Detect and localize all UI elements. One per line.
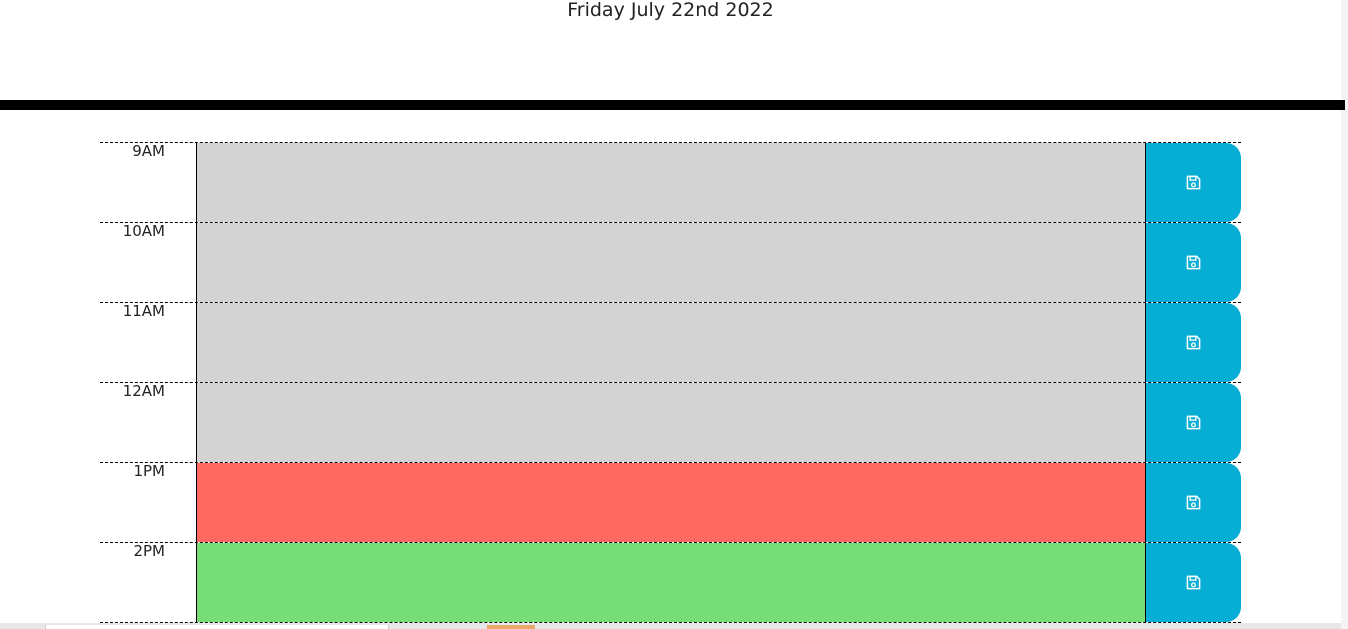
hour-label: 9AM — [132, 142, 165, 160]
window-scrollbar-gutter — [1341, 0, 1348, 629]
floppy-disk-icon — [1186, 255, 1201, 270]
floppy-disk-icon — [1186, 415, 1201, 430]
hour-label: 11AM — [122, 302, 165, 320]
save-button[interactable] — [1146, 383, 1241, 462]
description-input[interactable] — [196, 143, 1146, 222]
floppy-disk-icon — [1186, 175, 1201, 190]
taskbar-tab-indicator[interactable] — [487, 625, 535, 629]
floppy-disk-icon — [1186, 335, 1201, 350]
schedule: 9AM 10AM 11AM 12AM 1PM 2PM — [100, 142, 1241, 623]
save-button[interactable] — [1146, 543, 1241, 622]
save-button[interactable] — [1146, 463, 1241, 542]
floppy-disk-icon — [1186, 575, 1201, 590]
time-block-12am: 12AM — [100, 382, 1241, 462]
save-button[interactable] — [1146, 303, 1241, 382]
description-input[interactable] — [196, 383, 1146, 462]
description-input[interactable] — [196, 463, 1146, 542]
time-block-10am: 10AM — [100, 222, 1241, 302]
description-input[interactable] — [196, 223, 1146, 302]
header-divider — [0, 100, 1345, 110]
page-header: Friday July 22nd 2022 — [0, 0, 1341, 100]
time-block-11am: 11AM — [100, 302, 1241, 382]
description-input[interactable] — [196, 543, 1146, 622]
hour-label: 2PM — [133, 542, 165, 560]
save-button[interactable] — [1146, 143, 1241, 222]
current-day: Friday July 22nd 2022 — [567, 0, 774, 21]
save-button[interactable] — [1146, 223, 1241, 302]
hour-label: 1PM — [133, 462, 165, 480]
hour-label: 10AM — [122, 222, 165, 240]
hour-label: 12AM — [122, 382, 165, 400]
time-block-2pm: 2PM — [100, 542, 1241, 623]
description-input[interactable] — [196, 303, 1146, 382]
time-block-9am: 9AM — [100, 142, 1241, 222]
time-block-1pm: 1PM — [100, 462, 1241, 542]
floppy-disk-icon — [1186, 495, 1201, 510]
taskbar-tab[interactable] — [45, 625, 389, 629]
